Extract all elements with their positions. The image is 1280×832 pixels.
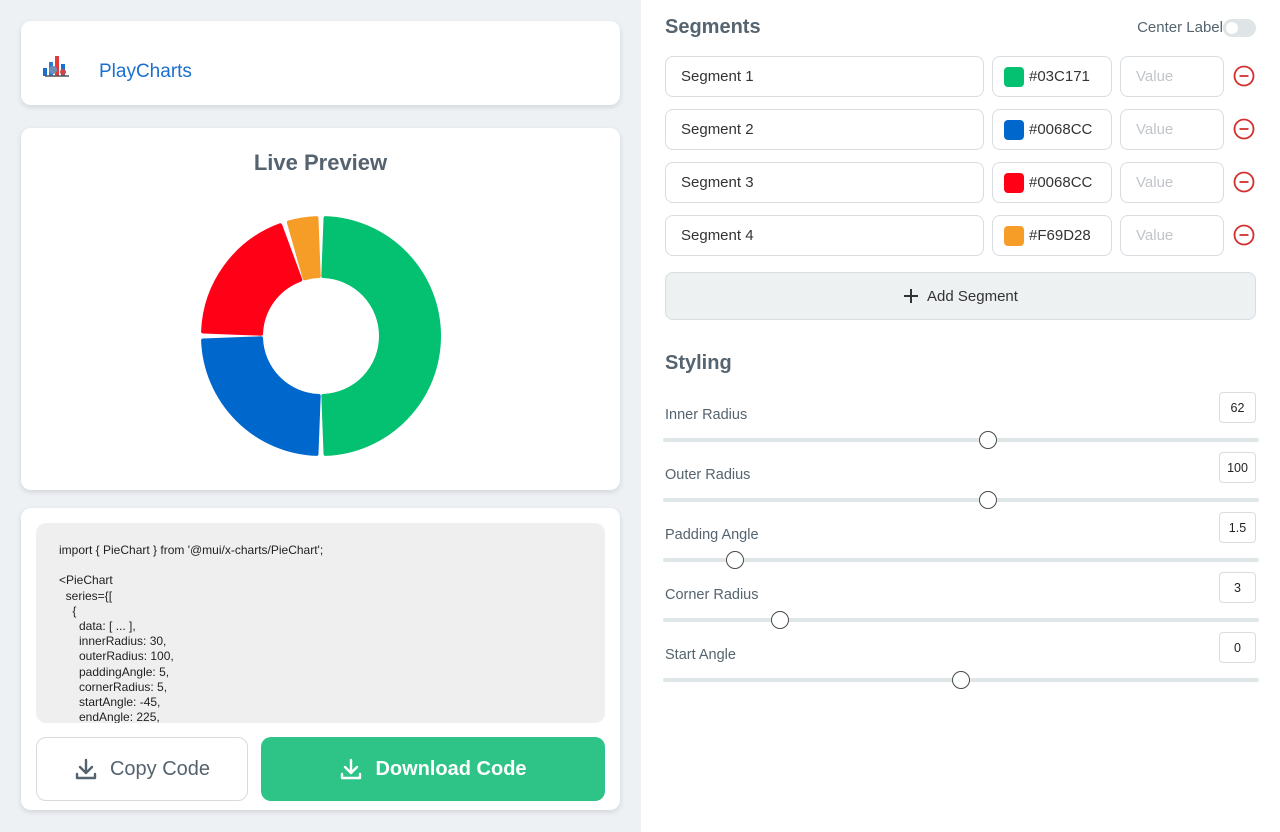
- plus-icon: [904, 289, 919, 303]
- segments-title: Segments: [665, 16, 761, 38]
- slider-label: Start Angle: [665, 647, 736, 663]
- center-label-toggle[interactable]: [1223, 19, 1256, 37]
- slider-thumb[interactable]: [770, 611, 789, 629]
- download-icon: [75, 758, 97, 780]
- slider-value-input[interactable]: 0: [1219, 632, 1256, 663]
- color-swatch: [1004, 119, 1024, 140]
- brand-name[interactable]: PlayCharts: [99, 61, 192, 83]
- toggle-knob: [1226, 22, 1238, 34]
- segment-color-picker[interactable]: #0068CC: [992, 109, 1112, 150]
- slider-track[interactable]: [663, 671, 1259, 689]
- segment-row: Segment 1 #03C171 Value: [665, 56, 1257, 97]
- copy-code-label: Copy Code: [109, 757, 211, 780]
- segment-name-input[interactable]: Segment 2: [665, 109, 984, 150]
- slider-value-input[interactable]: 3: [1219, 572, 1256, 603]
- slider-track[interactable]: [663, 431, 1259, 449]
- center-label-text: Center Label: [1137, 19, 1223, 36]
- remove-circle-icon[interactable]: [1233, 171, 1255, 193]
- slider-thumb[interactable]: [978, 431, 997, 449]
- color-swatch: [1004, 225, 1024, 246]
- add-segment-button[interactable]: Add Segment: [665, 272, 1256, 320]
- download-code-button[interactable]: Download Code: [261, 737, 605, 801]
- remove-circle-icon[interactable]: [1233, 224, 1255, 246]
- segment-value-input[interactable]: Value: [1120, 56, 1224, 97]
- preview-card: Live Preview: [21, 128, 620, 490]
- slider-label: Padding Angle: [665, 527, 759, 543]
- right-panel: Segments Center Label Segment 1 #03C171 Va…: [641, 0, 1280, 832]
- segment-name-input[interactable]: Segment 4: [665, 215, 984, 256]
- segment-row: Segment 2 #0068CC Value: [665, 109, 1257, 150]
- slider-value-input[interactable]: 62: [1219, 392, 1256, 423]
- slider-label: Corner Radius: [665, 587, 759, 603]
- segment-row: Segment 4 #F69D28 Value: [665, 215, 1257, 256]
- segment-value-input[interactable]: Value: [1120, 162, 1224, 203]
- color-hex-text: #0068CC: [1029, 174, 1093, 191]
- color-hex-text: #0068CC: [1029, 121, 1093, 138]
- logo-icon: [43, 56, 69, 77]
- code-text: import { PieChart } from '@mui/x-charts/…: [59, 543, 324, 723]
- segment-value-input[interactable]: Value: [1120, 109, 1224, 150]
- pie-slice[interactable]: [201, 336, 321, 456]
- download-code-label: Download Code: [375, 757, 527, 780]
- remove-circle-icon[interactable]: [1233, 65, 1255, 87]
- segment-color-picker[interactable]: #03C171: [992, 56, 1112, 97]
- slider-thumb[interactable]: [725, 551, 744, 569]
- left-panel: PlayCharts Live Preview import { PieChar…: [0, 0, 641, 832]
- color-hex-text: #03C171: [1029, 68, 1090, 85]
- color-hex-text: #F69D28: [1029, 227, 1091, 244]
- pie-slice[interactable]: [201, 223, 303, 336]
- code-block: import { PieChart } from '@mui/x-charts/…: [36, 523, 605, 723]
- segment-color-picker[interactable]: #0068CC: [992, 162, 1112, 203]
- slider-thumb[interactable]: [978, 491, 997, 509]
- remove-circle-icon[interactable]: [1233, 118, 1255, 140]
- code-card: import { PieChart } from '@mui/x-charts/…: [21, 508, 620, 810]
- donut-chart: [201, 216, 441, 456]
- copy-code-button[interactable]: Copy Code: [36, 737, 248, 801]
- slider-track[interactable]: [663, 491, 1259, 509]
- segment-color-picker[interactable]: #F69D28: [992, 215, 1112, 256]
- segment-row: Segment 3 #0068CC Value: [665, 162, 1257, 203]
- add-segment-label: Add Segment: [927, 287, 1018, 305]
- slider-value-input[interactable]: 100: [1219, 452, 1256, 483]
- slider-label: Inner Radius: [665, 407, 748, 423]
- download-icon: [341, 758, 362, 780]
- segment-name-input[interactable]: Segment 3: [665, 162, 984, 203]
- header-card: PlayCharts: [21, 21, 620, 105]
- slider-value-input[interactable]: 1.5: [1219, 512, 1256, 543]
- slider-thumb[interactable]: [952, 671, 970, 689]
- pie-slice[interactable]: [321, 216, 441, 456]
- styling-title: Styling: [665, 352, 732, 374]
- slider-track[interactable]: [663, 611, 1259, 629]
- segment-value-input[interactable]: Value: [1120, 215, 1224, 256]
- color-swatch: [1004, 66, 1024, 87]
- segment-name-input[interactable]: Segment 1: [665, 56, 984, 97]
- slider-label: Outer Radius: [665, 467, 751, 483]
- slider-track[interactable]: [663, 551, 1259, 569]
- color-swatch: [1004, 172, 1024, 193]
